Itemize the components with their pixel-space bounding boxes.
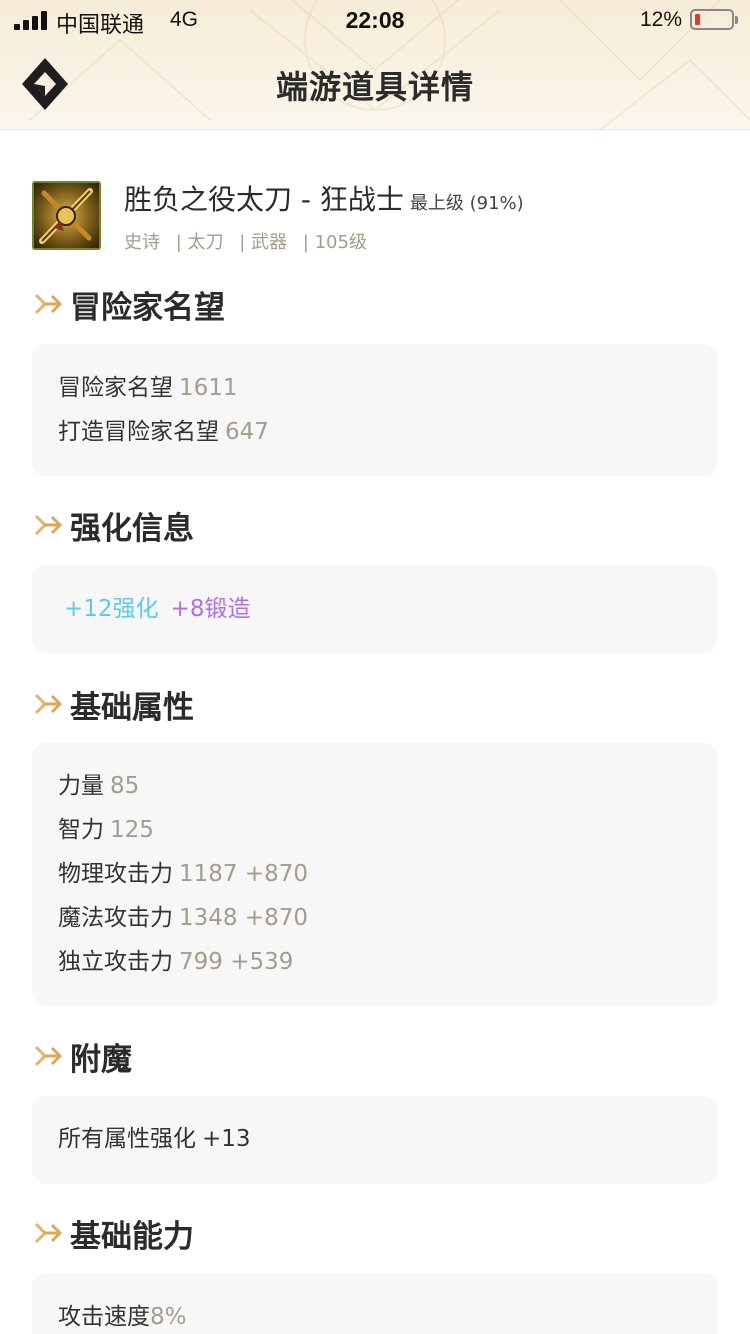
- section-abilities-title: 基础能力: [32, 1211, 194, 1255]
- item-name: 胜负之役太刀 - 狂战士 最上级 (91%): [124, 178, 524, 218]
- stat-label: 打造冒险家名望: [58, 419, 219, 445]
- section-title-text: 基础能力: [70, 1218, 194, 1255]
- double-arrow-icon: [34, 514, 62, 536]
- stat-value: 85: [110, 773, 140, 799]
- stat-row: 独立攻击力 799 +539: [58, 940, 692, 984]
- stat-label: 物理攻击力: [58, 861, 173, 887]
- stat-value: 1187 +870: [179, 861, 309, 887]
- section-title-text: 附魔: [70, 1041, 132, 1078]
- stat-label: 冒险家名望: [58, 375, 173, 401]
- section-title-text: 基础属性: [70, 689, 194, 726]
- stat-value: 799 +539: [179, 949, 294, 975]
- forge-level: +8锻造: [170, 596, 251, 622]
- section-reputation-title: 冒险家名望: [32, 282, 225, 326]
- stat-label: 攻击速度: [58, 1304, 150, 1330]
- stat-label: 力量: [58, 773, 104, 799]
- item-header: 胜负之役太刀 - 狂战士 最上级 (91%) 史诗 | 太刀 | 武器 | 105…: [32, 178, 722, 258]
- stat-value: 1348 +870: [179, 905, 309, 931]
- katana-item-icon[interactable]: [32, 181, 101, 250]
- item-subtype: | 太刀: [175, 232, 224, 253]
- stat-row: 所有属性强化 +13: [58, 1117, 692, 1161]
- battery-percent: 12%: [640, 8, 683, 31]
- double-arrow-icon: [34, 1045, 62, 1067]
- stat-value: 125: [110, 817, 154, 843]
- page-title: 端游道具详情: [275, 68, 474, 106]
- item-meta: 史诗 | 太刀 | 武器 | 105级: [124, 228, 377, 254]
- item-grade: 最上级 (91%): [409, 193, 524, 214]
- stat-row: 智力 125: [58, 808, 692, 852]
- section-title-text: 冒险家名望: [70, 289, 225, 326]
- base-stats-card: 力量 85 智力 125 物理攻击力 1187 +870 魔法攻击力 1348 +870…: [32, 743, 718, 1006]
- enhance-card: +12强化 +8锻造: [32, 565, 718, 653]
- section-enhance-title: 强化信息: [32, 503, 194, 547]
- item-rarity: 史诗: [124, 232, 160, 253]
- item-name-text: 胜负之役太刀 - 狂战士: [124, 183, 404, 216]
- stat-row: 物理攻击力 1187 +870: [58, 852, 692, 896]
- stat-label: 独立攻击力: [58, 949, 173, 975]
- double-arrow-icon: [34, 1222, 62, 1244]
- enchant-card: 所有属性强化 +13: [32, 1096, 718, 1184]
- stat-row: 打造冒险家名望 647: [58, 410, 692, 454]
- battery-icon: [690, 9, 738, 30]
- stat-value: 8%: [150, 1304, 187, 1330]
- double-arrow-icon: [34, 293, 62, 315]
- section-base-stats-title: 基础属性: [32, 682, 194, 726]
- reputation-card: 冒险家名望 1611 打造冒险家名望 647: [32, 344, 718, 476]
- stat-label: 魔法攻击力: [58, 905, 173, 931]
- stat-row: 冒险家名望 1611: [58, 366, 692, 410]
- status-bar: 中国联通 4G 22:08 12%: [0, 0, 750, 40]
- double-arrow-icon: [34, 693, 62, 715]
- item-type: | 武器: [239, 232, 288, 253]
- stat-label: 智力: [58, 817, 104, 843]
- stat-value: 1611: [179, 375, 238, 401]
- header: 中国联通 4G 22:08 12% 端游道具详情: [0, 0, 750, 130]
- abilities-card: 攻击速度8%: [32, 1273, 718, 1334]
- stat-value: +13: [202, 1126, 251, 1152]
- nav-bar: 端游道具详情: [0, 40, 750, 129]
- section-enchant-title: 附魔: [32, 1034, 132, 1078]
- stat-label: 所有属性强化: [58, 1126, 196, 1152]
- section-title-text: 强化信息: [70, 510, 194, 547]
- reinforce-level: +12强化: [64, 596, 159, 622]
- stat-row: 力量 85: [58, 764, 692, 808]
- stat-value: 647: [225, 419, 269, 445]
- enhance-row: +12强化 +8锻造: [58, 587, 692, 631]
- stat-row: 魔法攻击力 1348 +870: [58, 896, 692, 940]
- item-level: | 105级: [302, 232, 367, 253]
- status-time: 22:08: [345, 7, 405, 33]
- stat-row: 攻击速度8%: [58, 1295, 692, 1334]
